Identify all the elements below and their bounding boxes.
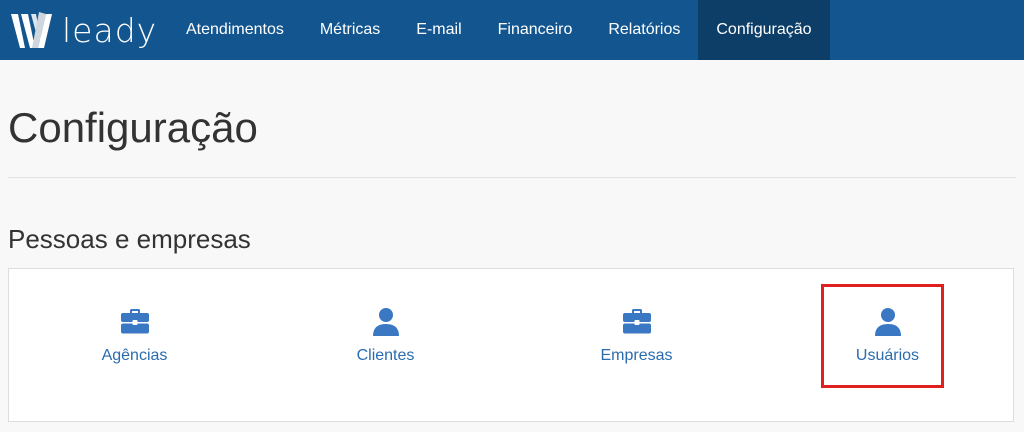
brand-logo-link[interactable]: leady (0, 0, 170, 60)
tile-label: Clientes (356, 347, 415, 364)
section-title: Pessoas e empresas (8, 224, 251, 254)
tile-label: Agências (101, 347, 168, 364)
nav-item-metricas[interactable]: Métricas (302, 0, 398, 60)
user-icon (874, 308, 901, 336)
title-divider (8, 177, 1016, 178)
nav-item-configuracao[interactable]: Configuração (698, 0, 830, 60)
tile-label: Empresas (600, 347, 673, 364)
tile-label: Usuários (855, 347, 920, 364)
briefcase-icon (622, 309, 651, 334)
nav-item-relatorios[interactable]: Relatórios (590, 0, 698, 60)
leady-logo-icon (11, 12, 52, 48)
nav-item-email[interactable]: E-mail (398, 0, 479, 60)
briefcase-icon (120, 309, 149, 334)
brand-name: leady (62, 10, 158, 50)
tile-agencias[interactable]: Agências (9, 269, 260, 423)
nav-item-atendimentos[interactable]: Atendimentos (168, 0, 302, 60)
main-nav: Atendimentos Métricas E-mail Financeiro … (168, 0, 830, 60)
page-title: Configuração (8, 104, 258, 151)
tile-clientes[interactable]: Clientes (260, 269, 511, 423)
user-icon (372, 308, 399, 336)
top-navbar: leady Atendimentos Métricas E-mail Finan… (0, 0, 1024, 60)
nav-item-financeiro[interactable]: Financeiro (480, 0, 591, 60)
people-companies-panel: Agências Clientes Empresas Usuários (8, 268, 1014, 422)
tile-empresas[interactable]: Empresas (511, 269, 762, 423)
tile-usuarios[interactable]: Usuários (762, 269, 1013, 423)
